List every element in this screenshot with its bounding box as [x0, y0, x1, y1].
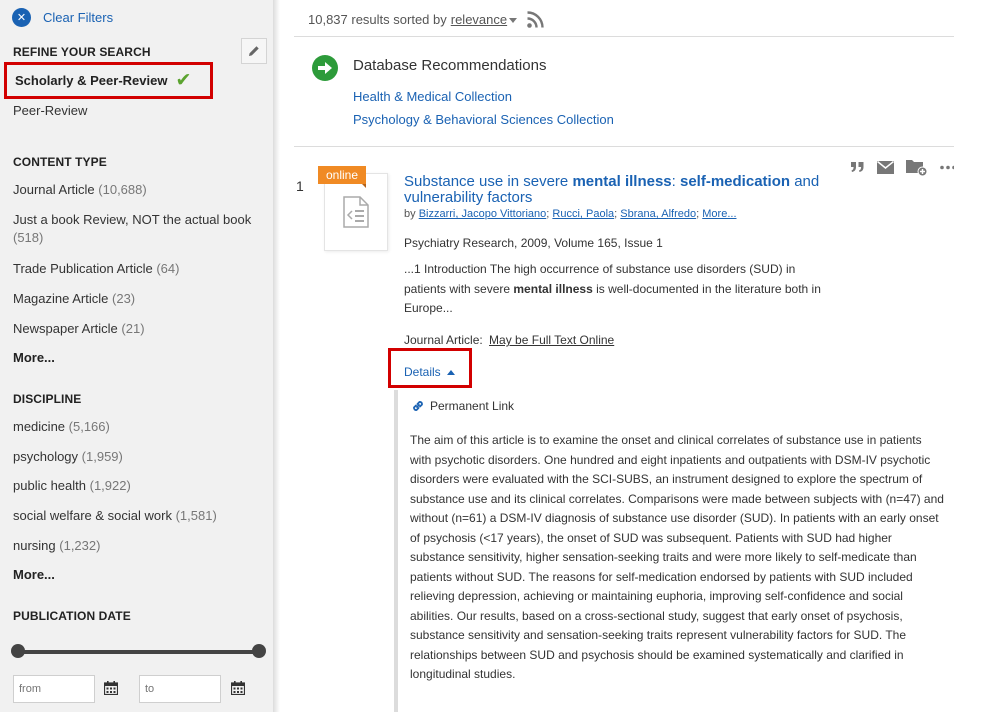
title-text: Substance use in severe	[404, 173, 573, 190]
facet-count: (1,581)	[175, 508, 217, 523]
pencil-icon	[249, 46, 259, 56]
author-link[interactable]: Bizzarri, Jacopo Vittoriano	[419, 208, 547, 220]
scholarly-label: Scholarly & Peer-Review	[15, 73, 168, 88]
facet-psychology[interactable]: psychology (1,959)	[13, 448, 123, 466]
content-type-heading: CONTENT TYPE	[13, 155, 107, 169]
authors-prefix: by	[404, 208, 416, 220]
peer-review-filter[interactable]: Peer-Review	[13, 102, 87, 120]
content-type-label: Journal Article:	[404, 333, 483, 347]
permanent-link[interactable]: Permanent Link	[411, 399, 514, 413]
sidebar-shadow	[274, 0, 280, 712]
folder-add-icon[interactable]	[906, 158, 928, 176]
cite-icon[interactable]	[850, 160, 865, 174]
details-label: Details	[404, 365, 441, 379]
facet-label: Just a book Review, NOT the actual book	[13, 212, 252, 227]
sort-dropdown[interactable]: relevance	[451, 12, 507, 27]
facet-count: (10,688)	[98, 182, 147, 197]
db-link-health-medical[interactable]: Health & Medical Collection	[353, 89, 512, 104]
right-gutter	[954, 0, 994, 712]
author-link[interactable]: Rucci, Paola	[552, 208, 614, 220]
edit-filters-button[interactable]	[241, 38, 267, 64]
chevron-up-icon	[446, 369, 455, 375]
full-text-link[interactable]: May be Full Text Online	[489, 333, 614, 347]
content-type-more-link[interactable]: More...	[13, 350, 55, 365]
facet-magazine-article[interactable]: Magazine Article (23)	[13, 290, 135, 308]
facet-social-welfare[interactable]: social welfare & social work (1,581)	[13, 507, 217, 525]
db-recommendations-title: Database Recommendations	[353, 57, 547, 74]
facet-label: public health	[13, 478, 86, 493]
rss-icon[interactable]	[527, 11, 544, 28]
date-to-input[interactable]	[139, 675, 221, 703]
checkmark-icon: ✔	[175, 70, 192, 91]
facet-label: Newspaper Article	[13, 321, 118, 336]
publication-info: Psychiatry Research, 2009, Volume 165, I…	[404, 236, 663, 250]
facet-count: (518)	[13, 230, 44, 245]
results-summary: 10,837 results sorted by relevance	[308, 11, 544, 28]
facet-count: (21)	[121, 321, 145, 336]
publication-date-heading: PUBLICATION DATE	[13, 609, 131, 623]
date-from-input[interactable]	[13, 675, 95, 703]
facet-label: medicine	[13, 419, 66, 434]
facet-count: (5,166)	[68, 419, 110, 434]
result-abstract: The aim of this article is to examine th…	[410, 433, 944, 681]
facet-nursing[interactable]: nursing (1,232)	[13, 537, 100, 555]
result-title-link[interactable]: Substance use in severe mental illness: …	[404, 174, 824, 206]
filter-sidebar: ✕ Clear Filters REFINE YOUR SEARCH Schol…	[0, 0, 274, 712]
scholarly-peer-review-filter[interactable]: Scholarly & Peer-Review ✔	[4, 62, 213, 99]
facet-count: (1,922)	[89, 478, 131, 493]
facet-count: (64)	[156, 261, 180, 276]
permanent-link-label: Permanent Link	[430, 399, 515, 413]
facet-book-review[interactable]: Just a book Review, NOT the actual book …	[13, 211, 263, 247]
facet-count: (1,232)	[59, 538, 101, 553]
db-link-psychology[interactable]: Psychology & Behavioral Sciences Collect…	[353, 112, 614, 127]
results-count: 10,837 results sorted by	[308, 12, 447, 27]
refine-heading: REFINE YOUR SEARCH	[13, 45, 151, 59]
facet-label: psychology	[13, 449, 79, 464]
title-text: :	[671, 173, 680, 190]
facet-label: social welfare & social work	[13, 508, 172, 523]
calendar-icon[interactable]	[231, 681, 245, 695]
snippet-highlight: mental illness	[513, 281, 593, 296]
arrow-right-circle-icon	[312, 55, 338, 81]
facet-label: Journal Article	[13, 182, 95, 197]
title-highlight: mental illness	[572, 173, 672, 190]
result-snippet: ...1 Introduction The high occurrence of…	[404, 260, 824, 319]
date-slider-end-handle[interactable]	[252, 644, 266, 658]
facet-journal-article[interactable]: Journal Article (10,688)	[13, 181, 147, 199]
email-icon[interactable]	[877, 160, 894, 174]
facet-count: (1,959)	[81, 449, 123, 464]
details-toggle[interactable]: Details	[404, 365, 455, 379]
result-actions	[850, 158, 968, 176]
discipline-heading: DISCIPLINE	[13, 392, 82, 406]
facet-label: nursing	[13, 538, 56, 553]
close-icon: ✕	[12, 8, 31, 27]
author-link[interactable]: Sbrana, Alfredo	[620, 208, 696, 220]
chevron-down-icon[interactable]	[509, 18, 518, 23]
date-slider-start-handle[interactable]	[11, 644, 25, 658]
title-highlight: self-medication	[680, 173, 791, 190]
result-authors: by Bizzarri, Jacopo Vittoriano; Rucci, P…	[404, 208, 737, 220]
result-number: 1	[296, 178, 304, 194]
result-thumbnail[interactable]	[324, 173, 388, 251]
facet-trade-publication[interactable]: Trade Publication Article (64)	[13, 260, 179, 278]
results-main: 10,837 results sorted by relevance Datab…	[294, 0, 956, 712]
date-slider-track[interactable]	[18, 650, 260, 654]
document-icon	[343, 196, 369, 228]
clear-filters-label: Clear Filters	[43, 10, 114, 25]
online-badge: online	[318, 166, 366, 188]
calendar-icon[interactable]	[104, 681, 118, 695]
divider	[294, 146, 954, 147]
link-icon	[413, 401, 423, 411]
facet-count: (23)	[112, 291, 136, 306]
facet-medicine[interactable]: medicine (5,166)	[13, 418, 110, 436]
facet-newspaper-article[interactable]: Newspaper Article (21)	[13, 320, 145, 338]
facet-label: Magazine Article	[13, 291, 109, 306]
facet-public-health[interactable]: public health (1,922)	[13, 477, 131, 495]
discipline-more-link[interactable]: More...	[13, 567, 55, 582]
authors-more-link[interactable]: More...	[702, 208, 736, 220]
content-type-line: Journal Article: May be Full Text Online	[404, 333, 614, 347]
clear-filters-button[interactable]: ✕ Clear Filters	[12, 8, 113, 27]
divider	[294, 36, 954, 37]
facet-label: Trade Publication Article	[13, 261, 153, 276]
